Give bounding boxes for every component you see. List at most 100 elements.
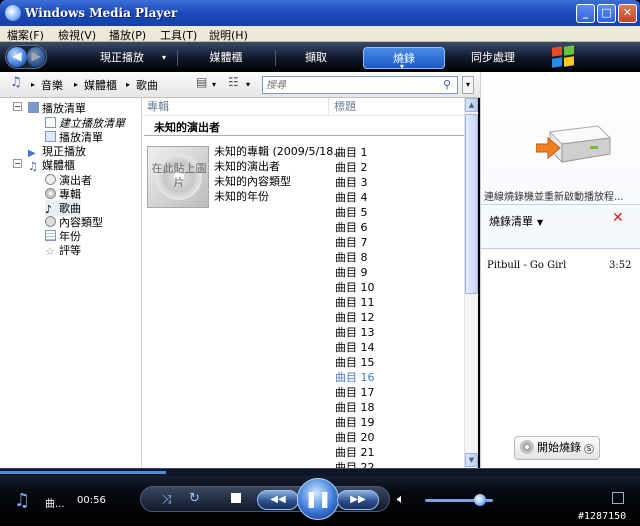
breadcrumb-separator-icon: ▸ xyxy=(31,80,36,89)
minimize-button[interactable]: _ xyxy=(576,4,595,23)
burn-list-item[interactable]: Pitbull - Go Girl xyxy=(487,260,566,271)
track-row[interactable]: 曲目 1 xyxy=(335,144,368,160)
breadcrumb-music[interactable]: 音樂 xyxy=(41,77,63,93)
volume-speaker-icon[interactable]: 🔈︎ xyxy=(397,492,405,507)
breadcrumb-songs[interactable]: 歌曲 xyxy=(136,77,158,93)
track-row[interactable]: 曲目 20 xyxy=(335,429,375,445)
scroll-up-icon[interactable]: ▲ xyxy=(465,98,478,112)
search-dropdown-icon[interactable]: ▾ xyxy=(462,76,474,94)
column-title[interactable]: 標題 xyxy=(328,98,464,116)
wmp-app-icon[interactable] xyxy=(5,5,21,21)
track-row[interactable]: 曲目 18 xyxy=(335,399,375,415)
breadcrumb-separator-icon: ▸ xyxy=(74,80,79,89)
menu-help[interactable]: 說明(H) xyxy=(209,27,248,43)
burn-list-item-duration: 3:52 xyxy=(609,260,632,271)
scroll-down-icon[interactable]: ▼ xyxy=(465,453,478,467)
artist-icon xyxy=(45,174,56,185)
track-row[interactable]: 曲目 15 xyxy=(335,354,375,370)
maximize-button[interactable]: □ xyxy=(597,4,616,23)
seek-bar[interactable] xyxy=(0,468,640,476)
menu-file[interactable]: 檔案(F) xyxy=(7,27,44,43)
music-note-icon[interactable]: ♫ xyxy=(10,75,22,90)
view-dropdown-icon[interactable]: ▾ xyxy=(246,80,250,89)
tree-playlists[interactable]: 播放清單 xyxy=(28,100,86,116)
repeat-icon[interactable]: ↻ xyxy=(189,491,200,506)
track-row[interactable]: 曲目 4 xyxy=(335,189,368,205)
search-icon[interactable]: ⚲ xyxy=(443,78,451,91)
track-row[interactable]: 曲目 16 xyxy=(335,369,375,385)
track-row[interactable]: 曲目 3 xyxy=(335,174,368,190)
tab-burn-menu-icon[interactable]: ▾ xyxy=(400,62,404,71)
track-row[interactable]: 曲目 6 xyxy=(335,219,368,235)
playlist-file-icon xyxy=(45,131,56,142)
menu-play[interactable]: 播放(P) xyxy=(109,27,146,43)
nav-buttons: ◀ ▶ xyxy=(5,45,47,69)
close-button[interactable]: ✕ xyxy=(618,4,637,23)
track-row[interactable]: 曲目 12 xyxy=(335,309,375,325)
track-row[interactable]: 曲目 5 xyxy=(335,204,368,220)
menu-view[interactable]: 檢視(V) xyxy=(58,27,96,43)
track-row[interactable]: 曲目 10 xyxy=(335,279,375,295)
breadcrumb-library[interactable]: 媒體櫃 xyxy=(84,77,117,93)
shuffle-icon[interactable]: ⤨ xyxy=(162,492,172,507)
artist-group-header: 未知的演出者 xyxy=(154,121,220,134)
column-album[interactable]: 專輯 xyxy=(142,98,328,116)
layout-dropdown-icon[interactable]: ▾ xyxy=(212,80,216,89)
breadcrumb-separator-icon: ▸ xyxy=(126,80,131,89)
burn-divider xyxy=(481,204,640,205)
group-divider xyxy=(144,135,464,136)
track-row[interactable]: 曲目 11 xyxy=(335,294,375,310)
menu-tools[interactable]: 工具(T) xyxy=(160,27,197,43)
tab-rip[interactable]: 擷取 xyxy=(276,47,356,69)
track-row[interactable]: 曲目 17 xyxy=(335,384,375,400)
previous-icon[interactable]: ◀◀ xyxy=(257,490,299,510)
track-row[interactable]: 曲目 9 xyxy=(335,264,368,280)
pause-button[interactable]: ❚❚ xyxy=(297,478,339,520)
now-playing-music-icon[interactable]: ♫ xyxy=(14,490,30,511)
forward-arrow-icon[interactable]: ▶ xyxy=(27,47,45,67)
track-row[interactable]: 曲目 13 xyxy=(335,324,375,340)
back-arrow-icon[interactable]: ◀ xyxy=(7,47,27,67)
music-library-icon: ♫ xyxy=(28,160,38,173)
vertical-scrollbar[interactable]: ▲ ▼ xyxy=(464,98,478,468)
tree-rating[interactable]: ☆ 評等 xyxy=(45,242,81,258)
tab-now-playing-menu-icon[interactable]: ▾ xyxy=(162,53,166,62)
album-art-text: 在此貼上圖片 xyxy=(151,162,207,189)
track-row[interactable]: 曲目 14 xyxy=(335,339,375,355)
tab-sync[interactable]: 同步處理 xyxy=(452,47,534,69)
burn-list-dropdown[interactable]: 燒錄清單 ▼ xyxy=(489,213,543,229)
volume-knob[interactable] xyxy=(474,494,486,506)
next-icon[interactable]: ▶▶ xyxy=(337,490,379,510)
navigation-tree: − 播放清單 建立播放清單 播放清單 ▶ 現正播放 − ♫ 媒體櫃 演出者 專輯 ♪… xyxy=(0,98,142,468)
tree-library[interactable]: ♫ 媒體櫃 xyxy=(28,157,75,173)
collapse-library-icon[interactable]: − xyxy=(13,159,22,168)
search-input[interactable] xyxy=(263,77,433,93)
track-row[interactable]: 曲目 8 xyxy=(335,249,368,265)
view-options-icon[interactable]: ☷ xyxy=(228,75,239,89)
track-row[interactable]: 曲目 7 xyxy=(335,234,368,250)
start-burn-button[interactable]: 開始燒錄 S xyxy=(514,436,600,460)
burn-list-label: 燒錄清單 xyxy=(489,215,533,228)
album-year: 未知的年份 xyxy=(214,190,269,203)
star-icon: ☆ xyxy=(45,245,55,258)
start-burn-label: 開始燒錄 xyxy=(537,441,581,454)
collapse-playlists-icon[interactable]: − xyxy=(13,102,22,111)
album-genre: 未知的內容類型 xyxy=(214,175,291,188)
album-art-placeholder[interactable]: 在此貼上圖片 xyxy=(147,146,209,208)
switch-to-skin-icon[interactable] xyxy=(612,492,624,504)
clear-list-icon[interactable]: ✕ xyxy=(612,210,624,226)
track-row[interactable]: 曲目 21 xyxy=(335,444,375,460)
address-bar: ♫ ▸ 音樂 ▸ 媒體櫃 ▸ 歌曲 ▤ ▾ ☷ ▾ ⚲ ▾ xyxy=(0,72,480,98)
track-row[interactable]: 曲目 19 xyxy=(335,414,375,430)
burn-status-message: 連線燒錄機並重新啟動播放程... xyxy=(484,192,624,203)
tree-playlists-label: 播放清單 xyxy=(42,102,86,115)
track-row[interactable]: 曲目 2 xyxy=(335,159,368,175)
scrollbar-thumb[interactable] xyxy=(465,114,478,294)
album-artist: 未知的演出者 xyxy=(214,160,280,173)
search-box: ⚲ xyxy=(262,76,458,94)
layout-options-icon[interactable]: ▤ xyxy=(196,75,207,89)
stop-icon[interactable] xyxy=(231,493,241,503)
tab-library[interactable]: 媒體櫃 xyxy=(186,47,266,69)
tab-now-playing[interactable]: 現正播放 xyxy=(82,47,162,69)
new-playlist-icon xyxy=(45,117,56,128)
